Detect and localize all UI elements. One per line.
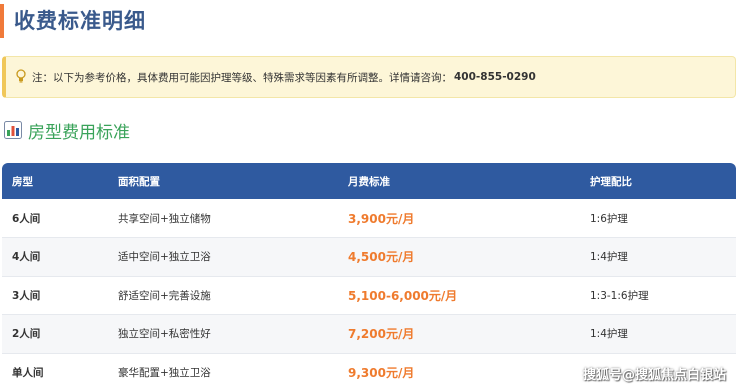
table-row: 4人间 适中空间+独立卫浴 4,500元/月 1:4护理	[2, 237, 736, 277]
table-row: 3人间 舒适空间+完善设施 5,100-6,000元/月 1:3-1:6护理	[2, 276, 736, 315]
room-type-cell: 单人间	[2, 353, 108, 391]
notice-banner: 注：以下为参考价格，具体费用可能因护理等级、特殊需求等因素有所调整。详情请咨询：…	[2, 56, 736, 98]
fee-cell: 7,200元/月	[338, 314, 580, 354]
section-title-text: 房型费用标准	[28, 122, 130, 143]
fee-cell: 5,100-6,000元/月	[338, 276, 580, 315]
column-header-ratio: 护理配比	[580, 163, 736, 199]
table-header-row: 房型 面积配置 月费标准 护理配比	[2, 163, 736, 199]
config-cell: 共享空间+独立储物	[108, 199, 338, 238]
column-header-room: 房型	[2, 163, 108, 199]
ratio-cell: 1:4护理	[580, 314, 736, 354]
table-row: 6人间 共享空间+独立储物 3,900元/月 1:6护理	[2, 199, 736, 238]
config-cell: 独立空间+私密性好	[108, 314, 338, 354]
column-header-config: 面积配置	[108, 163, 338, 199]
lightbulb-icon	[16, 68, 28, 86]
fee-cell: 3,900元/月	[338, 199, 580, 238]
room-type-cell: 6人间	[2, 199, 108, 238]
ratio-cell: 1:4护理	[580, 237, 736, 277]
column-header-fee: 月费标准	[338, 163, 580, 199]
watermark: 搜狐号@搜狐焦点白银站	[582, 368, 726, 383]
table-row: 2人间 独立空间+私密性好 7,200元/月 1:4护理	[2, 314, 736, 354]
price-table: 房型 面积配置 月费标准 护理配比 6人间 共享空间+独立储物 3,900元/月…	[2, 163, 736, 391]
section-title: 房型费用标准	[4, 118, 130, 143]
fee-cell: 9,300元/月	[338, 353, 580, 391]
config-cell: 豪华配置+独立卫浴	[108, 353, 338, 391]
notice-phone[interactable]: 400-855-0290	[454, 71, 536, 83]
config-cell: 适中空间+独立卫浴	[108, 237, 338, 277]
config-cell: 舒适空间+完善设施	[108, 276, 338, 315]
bar-chart-icon	[4, 121, 22, 139]
room-type-cell: 2人间	[2, 314, 108, 354]
ratio-cell: 1:6护理	[580, 199, 736, 238]
room-type-cell: 3人间	[2, 276, 108, 315]
ratio-cell: 1:3-1:6护理	[580, 276, 736, 315]
notice-text: 注：以下为参考价格，具体费用可能因护理等级、特殊需求等因素有所调整。详情请咨询：	[32, 71, 452, 84]
page-title: 收费标准明细	[0, 4, 740, 38]
fee-cell: 4,500元/月	[338, 237, 580, 277]
room-type-cell: 4人间	[2, 237, 108, 277]
